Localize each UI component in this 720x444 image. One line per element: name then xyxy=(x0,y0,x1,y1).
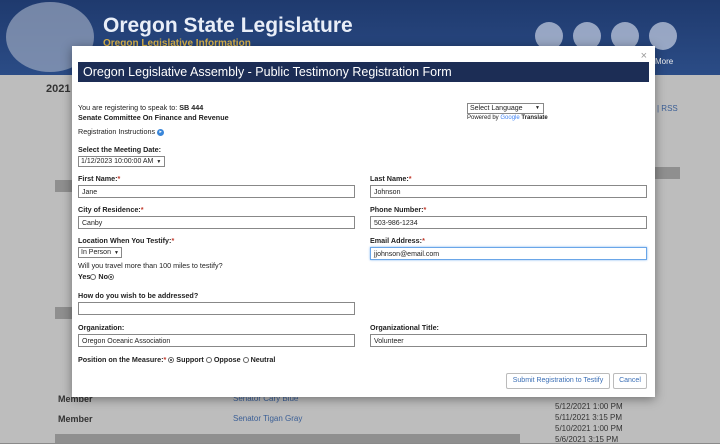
phone-label: Phone Number:* xyxy=(370,205,427,214)
section-bar xyxy=(655,167,680,179)
meeting-date-link[interactable]: 5/11/2021 3:15 PM xyxy=(555,413,622,422)
organization-label: Organization: xyxy=(78,323,125,332)
oppose-label: Oppose xyxy=(213,355,241,364)
city-input[interactable]: Canby xyxy=(78,216,355,229)
travel-yes-radio[interactable] xyxy=(90,274,97,281)
travel-yes-label: Yes xyxy=(78,272,91,281)
meeting-date-link[interactable]: 5/10/2021 1:00 PM xyxy=(555,424,623,433)
cancel-button[interactable]: Cancel xyxy=(613,373,647,389)
org-title-label: Organizational Title: xyxy=(370,323,439,332)
location-select[interactable]: In Person ▼ xyxy=(78,247,122,258)
registering-line: You are registering to speak to: SB 444 xyxy=(78,103,203,112)
travel-no-radio[interactable] xyxy=(108,274,114,281)
translate-link[interactable]: Translate xyxy=(521,115,547,121)
location-value: In Person xyxy=(81,249,111,256)
chevron-down-icon: ▼ xyxy=(156,159,162,165)
support-label: Support xyxy=(176,355,204,364)
phone-input[interactable]: 503-986-1234 xyxy=(370,216,647,229)
travel-question: Will you travel more than 100 miles to t… xyxy=(78,261,223,270)
bill-number: SB 444 xyxy=(179,103,204,112)
oppose-radio[interactable] xyxy=(205,357,212,364)
chevron-down-icon: ▼ xyxy=(113,250,119,256)
meeting-date-link[interactable]: 5/12/2021 1:00 PM xyxy=(555,402,623,411)
email-input[interactable]: jjohnson@email.com xyxy=(370,247,647,260)
registering-prefix: You are registering to speak to: xyxy=(78,103,178,112)
position-label: Position on the Measure: xyxy=(78,355,164,364)
neutral-label: Neutral xyxy=(250,355,276,364)
more-label[interactable]: More xyxy=(655,57,673,66)
language-select[interactable]: Select Language ▼ xyxy=(467,103,544,114)
address-label: How do you wish to be addressed? xyxy=(78,291,199,300)
info-icon[interactable]: ▸ xyxy=(157,128,165,136)
close-icon[interactable]: × xyxy=(641,50,647,62)
first-name-label: First Name:* xyxy=(78,174,121,183)
org-title-input[interactable]: Volunteer xyxy=(370,334,647,347)
committee-name: Senate Committee On Finance and Revenue xyxy=(78,113,229,122)
registration-instructions-label[interactable]: Registration Instructions xyxy=(78,127,155,136)
member-name[interactable]: Senator Tigan Gray xyxy=(233,414,302,423)
support-radio[interactable] xyxy=(168,357,175,364)
rss-link[interactable]: | RSS xyxy=(657,104,678,113)
meeting-date-value: 1/12/2023 10:00:00 AM xyxy=(81,158,154,165)
address-input[interactable] xyxy=(78,302,355,315)
staff-bar xyxy=(55,434,520,443)
last-name-input[interactable]: Johnson xyxy=(370,185,647,198)
city-label: City of Residence:* xyxy=(78,205,144,214)
registration-modal: × Oregon Legislative Assembly - Public T… xyxy=(72,46,655,397)
year-heading: 2021 xyxy=(46,83,71,95)
modal-title: Oregon Legislative Assembly - Public Tes… xyxy=(78,62,649,82)
member-role: Member xyxy=(58,414,93,424)
neutral-radio[interactable] xyxy=(242,357,249,364)
registration-instructions[interactable]: Registration Instructions ▸ xyxy=(78,127,165,136)
meeting-date-label: Select the Meeting Date: xyxy=(78,145,162,154)
travel-no-label: No xyxy=(98,272,108,281)
organization-input[interactable]: Oregon Oceanic Association xyxy=(78,334,355,347)
email-label: Email Address:* xyxy=(370,236,425,245)
site-title[interactable]: Oregon State Legislature xyxy=(103,14,353,38)
submit-registration-button[interactable]: Submit Registration to Testify xyxy=(506,373,610,389)
language-select-value: Select Language xyxy=(470,105,523,112)
powered-by: Powered by Google Translate xyxy=(467,115,548,121)
position-options: Position on the Measure:* Support Oppose… xyxy=(78,355,276,364)
google-logo: Google xyxy=(500,115,520,121)
first-name-input[interactable]: Jane xyxy=(78,185,355,198)
meeting-date-select[interactable]: 1/12/2023 10:00:00 AM ▼ xyxy=(78,156,165,167)
chevron-down-icon: ▼ xyxy=(535,105,540,111)
last-name-label: Last Name:* xyxy=(370,174,412,183)
travel-options: Yes No xyxy=(78,272,114,281)
powered-by-label: Powered by xyxy=(467,115,499,121)
location-label: Location When You Testify:* xyxy=(78,236,175,245)
